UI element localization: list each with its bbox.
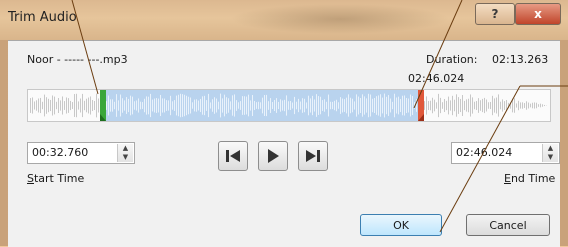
- ok-label: OK: [393, 219, 409, 232]
- duration-label: Duration:: [426, 53, 477, 66]
- waveform-track[interactable]: [27, 89, 551, 122]
- trim-audio-window: Trim Audio ? x Noor - ----- ---.mp3 Dura…: [0, 0, 568, 246]
- previous-frame-icon: [225, 149, 241, 163]
- start-time-label: Start Time: [27, 172, 84, 185]
- help-button[interactable]: ?: [475, 3, 515, 25]
- ok-button[interactable]: OK: [360, 214, 442, 236]
- next-frame-icon: [305, 149, 321, 163]
- start-time-input[interactable]: 00:32.760: [32, 146, 88, 159]
- cancel-button[interactable]: Cancel: [466, 214, 550, 236]
- next-frame-button[interactable]: [298, 141, 328, 171]
- dialog-body: Noor - ----- ---.mp3 Duration: 02:13.263…: [8, 40, 560, 247]
- cancel-label: Cancel: [489, 219, 526, 232]
- selection-end-time: 02:46.024: [408, 72, 464, 85]
- close-button[interactable]: x: [515, 3, 561, 25]
- duration-value: 02:13.263: [492, 53, 548, 66]
- file-name: Noor - ----- ---.mp3: [27, 53, 128, 66]
- play-button[interactable]: [258, 141, 288, 171]
- end-time-label: End Time: [504, 172, 555, 185]
- start-time-spinner[interactable]: 00:32.760 ▲▼: [27, 142, 135, 164]
- waveform: [28, 90, 550, 121]
- end-time-input[interactable]: 02:46.024: [456, 146, 512, 159]
- question-icon: ?: [492, 7, 499, 21]
- start-handle[interactable]: [100, 90, 106, 121]
- play-icon: [265, 149, 281, 163]
- end-time-arrows[interactable]: ▲▼: [542, 144, 558, 162]
- end-handle[interactable]: [418, 90, 424, 121]
- end-time-spinner[interactable]: 02:46.024 ▲▼: [451, 142, 560, 164]
- start-time-arrows[interactable]: ▲▼: [117, 144, 133, 162]
- close-icon: x: [534, 7, 542, 21]
- watermark: [230, 4, 450, 34]
- window-title: Trim Audio: [8, 10, 77, 25]
- title-bar[interactable]: Trim Audio ? x: [0, 0, 568, 40]
- previous-frame-button[interactable]: [218, 141, 248, 171]
